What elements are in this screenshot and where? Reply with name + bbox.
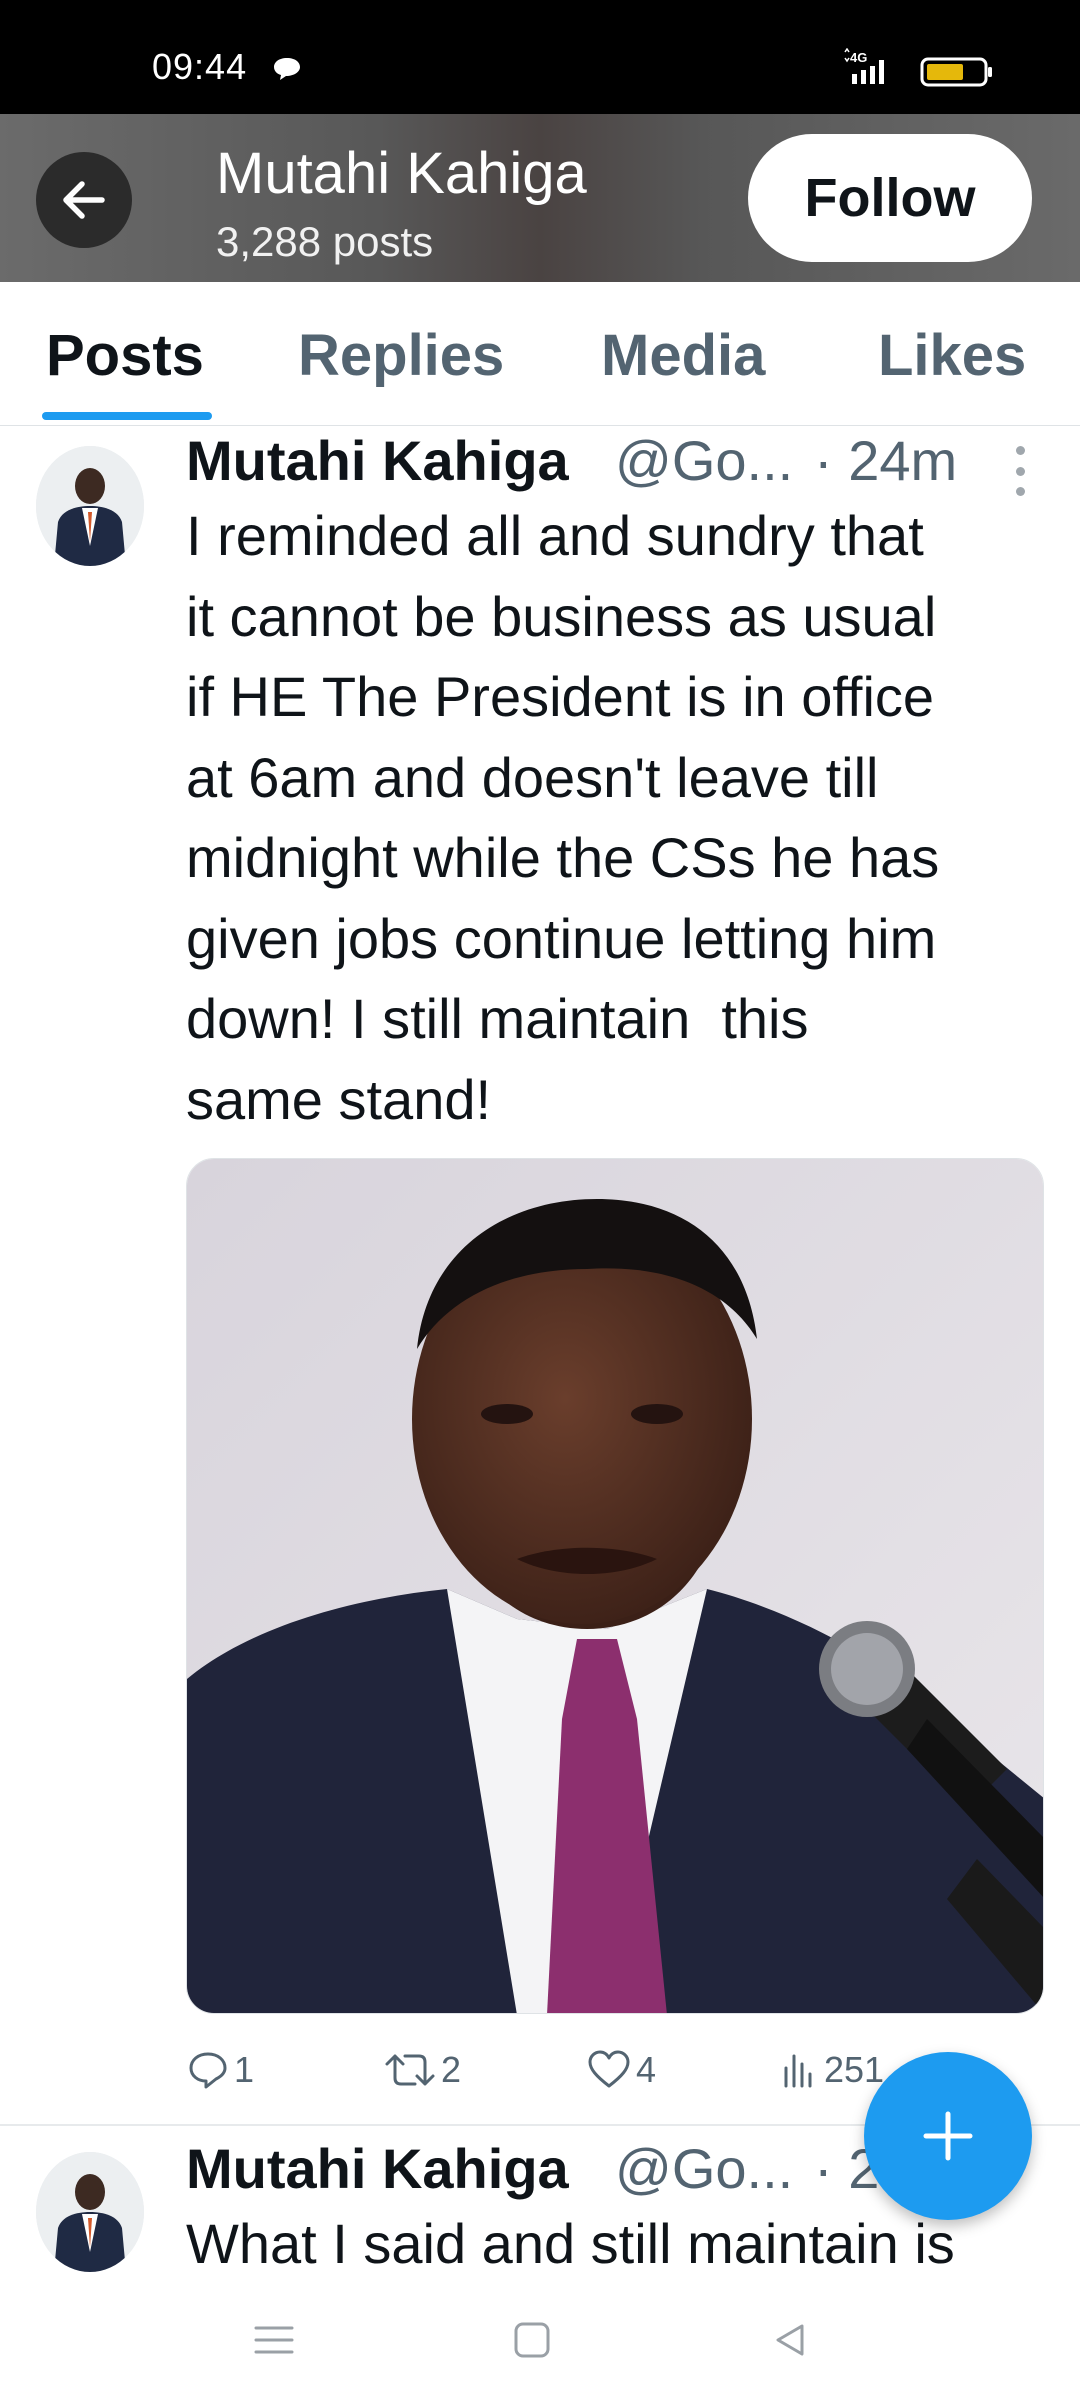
views-button[interactable]: 251 [780,2040,884,2100]
post-text: I reminded all and sundry that it cannot… [186,496,1056,1140]
profile-name: Mutahi Kahiga [216,141,587,206]
more-options-icon[interactable] [1008,446,1032,496]
battery-icon [920,57,992,87]
repost-button[interactable]: 2 [383,2040,461,2100]
post-text-line: if HE The President is in office [186,665,935,728]
reply-button[interactable]: 1 [186,2040,254,2100]
signal-icon: 4G [844,48,884,84]
post-text-line: at 6am and doesn't leave till [186,745,879,809]
avatar-photo [36,446,144,566]
post-count: 3,288 posts [216,218,434,265]
avatar[interactable] [36,2152,144,2272]
triangle-back-icon [776,2324,804,2356]
profile-header: Mutahi Kahiga 3,288 posts Follow [0,114,1080,282]
like-count: 4 [636,2049,657,2090]
repost-count: 2 [441,2049,462,2090]
plus-icon [923,2111,973,2161]
square-home-icon [514,2322,550,2358]
post-author-handle[interactable]: @Go... [615,428,793,493]
tab-posts[interactable]: Posts [46,322,204,389]
reply-count: 1 [234,2049,255,2090]
system-nav-bar [0,2280,1080,2400]
post-author-name[interactable]: Mutahi Kahiga [186,2136,569,2201]
menu-button[interactable] [244,2310,304,2370]
post-author-handle[interactable]: @Go... [615,2136,793,2201]
post-author-name[interactable]: Mutahi Kahiga [186,428,569,493]
post-timestamp: · 24m [814,429,958,492]
status-bar: 09:44 4G [0,0,1080,114]
heart-icon [588,2050,630,2088]
profile-tabs: Posts Replies Media Likes [0,282,1080,426]
post-text-line: given jobs continue letting him [186,906,937,970]
tab-replies[interactable]: Replies [298,322,504,389]
post-media-image[interactable] [186,1158,1044,2014]
post-text-line: midnight while the CSs he has [186,826,940,889]
arrow-left-icon [63,181,105,219]
network-label: 4G [850,50,867,65]
follow-button[interactable]: Follow [748,134,1032,262]
home-button[interactable] [502,2310,562,2370]
active-tab-indicator [42,412,212,420]
back-button[interactable] [36,152,132,248]
tab-likes[interactable]: Likes [878,322,1026,389]
status-time: 09:44 [152,46,248,87]
like-button[interactable]: 4 [586,2040,656,2100]
views-chart-icon [784,2054,812,2088]
chat-bubble-icon [274,58,300,80]
back-nav-button[interactable] [760,2310,820,2370]
tab-media[interactable]: Media [601,322,765,389]
views-count: 251 [824,2049,885,2090]
avatar-photo [36,2152,144,2272]
compose-post-button[interactable] [864,2052,1032,2220]
avatar[interactable] [36,446,144,566]
post-text-line: down! I still maintain this [186,987,809,1050]
portrait-photo [187,1159,1043,2013]
repost-icon [385,2054,435,2086]
menu-icon [254,2326,294,2354]
post-text-line: I reminded all and sundry that [186,504,924,567]
reply-icon [189,2052,227,2089]
post-text-line: it cannot be business as usual [186,584,937,648]
post-text-line: same stand! [186,1067,492,1131]
